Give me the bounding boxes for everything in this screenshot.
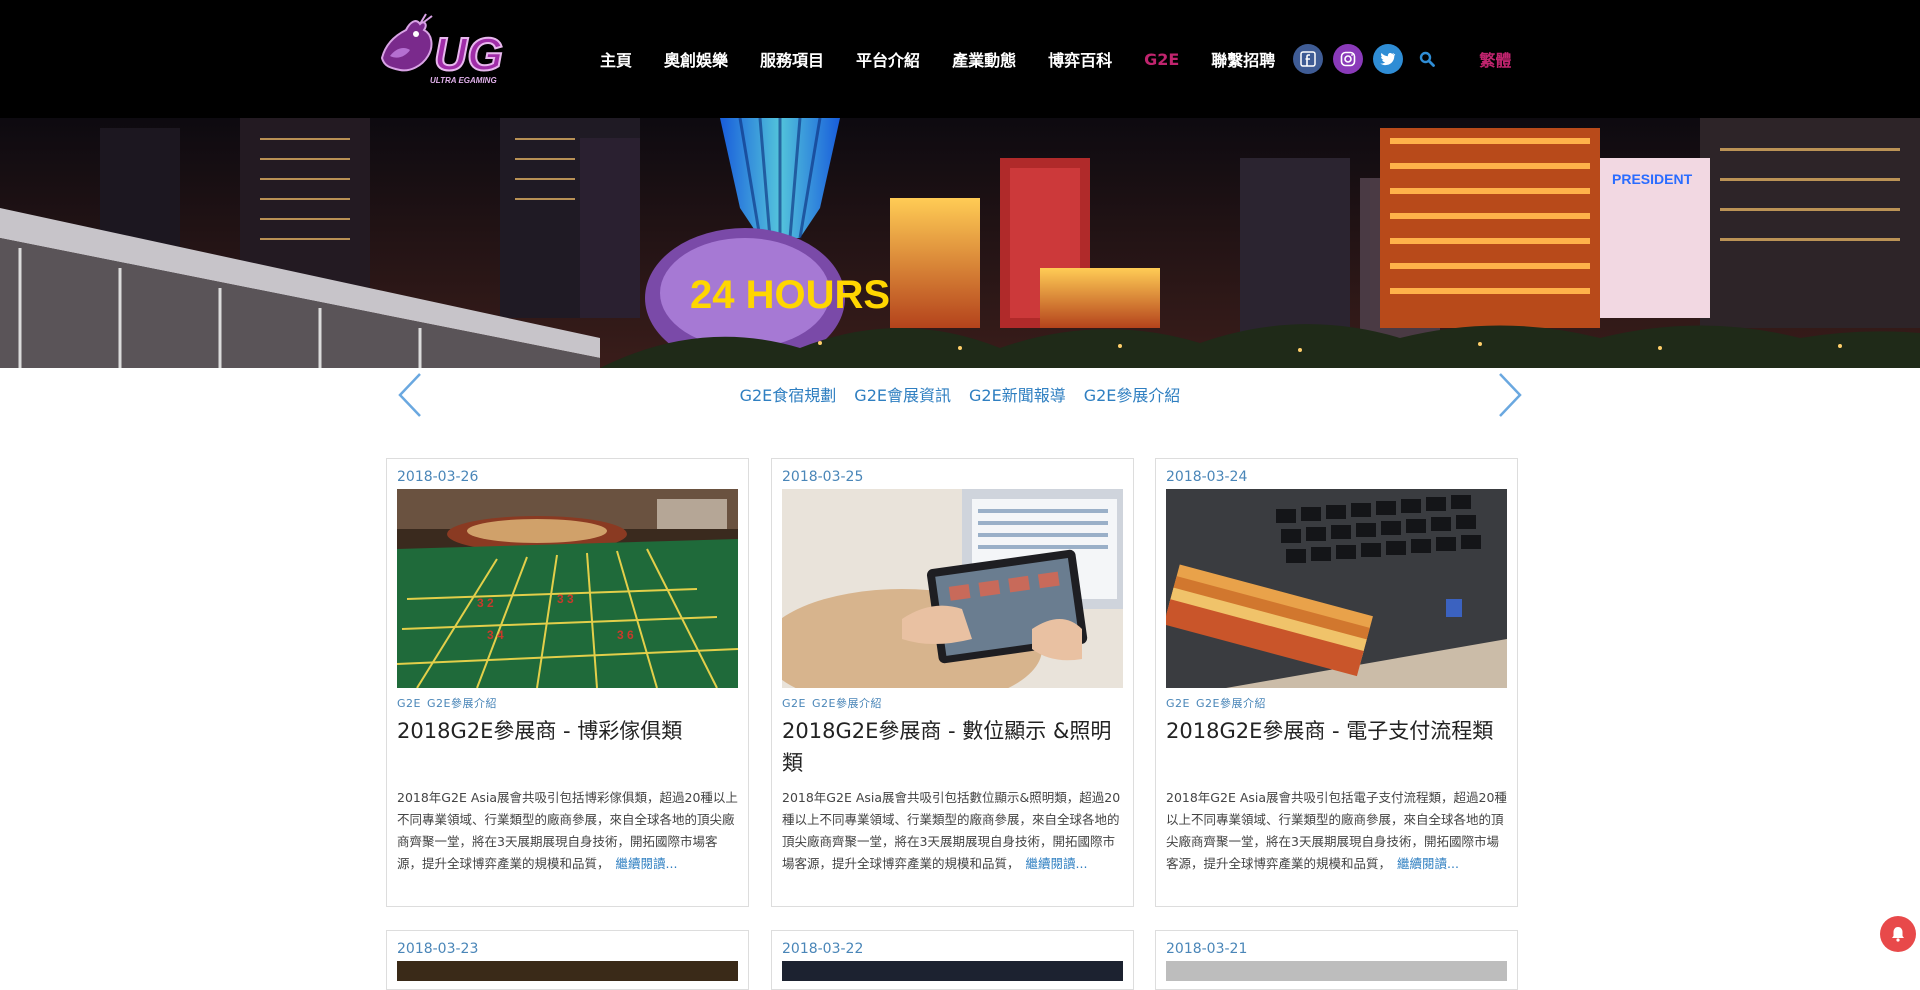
post-date: 2018-03-22: [782, 941, 864, 957]
nav-ultra-entertainment[interactable]: 奧創娛樂: [664, 47, 728, 71]
ug-logo[interactable]: UG ULTRA EGAMING: [376, 12, 536, 92]
nav-industry-news[interactable]: 產業動態: [952, 47, 1016, 71]
next-arrow-icon[interactable]: [1488, 372, 1528, 418]
post-category-g2e[interactable]: G2E: [782, 697, 806, 710]
nav-services[interactable]: 服務項目: [760, 47, 824, 71]
roulette-table-image[interactable]: 3 2 3 3 3 6 3 4: [397, 489, 738, 688]
post-excerpt: 2018年G2E Asia展會共吸引包括數位顯示&照明類，超過20種以上不同專業…: [782, 787, 1127, 875]
hero-sign-24-hours: 24 HOURS: [690, 273, 890, 317]
post-date: 2018-03-26: [397, 469, 479, 485]
post-title[interactable]: 2018G2E參展商 - 博彩傢俱類: [397, 715, 742, 747]
post-date: 2018-03-24: [1166, 469, 1248, 485]
post-image[interactable]: [1166, 961, 1507, 981]
svg-text:3 4: 3 4: [487, 628, 504, 642]
svg-text:3 2: 3 2: [477, 596, 494, 610]
post-title[interactable]: 2018G2E參展商 - 數位顯示 &照明類: [782, 715, 1127, 779]
laptop-cash-image[interactable]: [1166, 489, 1507, 688]
nav-contact-recruit[interactable]: 聯繫招聘: [1211, 47, 1275, 71]
notification-bell-icon[interactable]: [1880, 916, 1916, 952]
post-card: 2018-03-22: [771, 930, 1134, 990]
logo-text: UG: [434, 28, 503, 80]
logo-subtext: ULTRA EGAMING: [430, 76, 497, 85]
hero-sign-president: PRESIDENT: [1612, 171, 1693, 187]
read-more-link[interactable]: 繼續閱讀...: [1397, 856, 1459, 871]
post-categories: G2E G2E參展介紹: [397, 695, 503, 711]
post-card: 2018-03-21: [1155, 930, 1518, 990]
post-image[interactable]: [782, 961, 1123, 981]
macau-night-skyline-image: 24 HOURS PRESIDENT: [0, 118, 1920, 368]
tablet-user-image[interactable]: [782, 489, 1123, 688]
subnav-lodging-link[interactable]: G2E食宿規劃: [740, 382, 837, 406]
main-nav: 主頁 奧創娛樂 服務項目 平台介紹 產業動態 博弈百科 G2E 聯繫招聘 繁體: [600, 0, 1511, 118]
post-card: 2018-03-25 G2E G2E參展介紹 2018G2E參展商 - 數位顯示 …: [771, 458, 1134, 907]
nav-platform[interactable]: 平台介紹: [856, 47, 920, 71]
site-header: UG ULTRA EGAMING 主頁 奧創娛樂 服務項目 平台介紹 產業動態 …: [0, 0, 1920, 118]
read-more-link[interactable]: 繼續閱讀...: [616, 856, 678, 871]
facebook-icon[interactable]: [1293, 44, 1324, 74]
post-categories: G2E G2E參展介紹: [782, 695, 888, 711]
post-image[interactable]: [397, 961, 738, 981]
twitter-icon[interactable]: [1373, 44, 1404, 74]
nav-g2e[interactable]: G2E: [1144, 50, 1179, 69]
post-excerpt: 2018年G2E Asia展會共吸引包括博彩傢俱類，超過20種以上不同專業領域、…: [397, 787, 742, 875]
post-categories: G2E G2E參展介紹: [1166, 695, 1272, 711]
nav-gaming-wiki[interactable]: 博弈百科: [1048, 47, 1112, 71]
subnav-links: G2E食宿規劃 G2E會展資訊 G2E新聞報導 G2E參展介紹: [0, 382, 1920, 406]
post-category-g2e-exhibitors[interactable]: G2E參展介紹: [812, 697, 882, 710]
subnav-news-link[interactable]: G2E新聞報導: [969, 382, 1066, 406]
post-date: 2018-03-23: [397, 941, 479, 957]
post-card: 2018-03-23: [386, 930, 749, 990]
read-more-link[interactable]: 繼續閱讀...: [1026, 856, 1088, 871]
post-excerpt-text: 2018年G2E Asia展會共吸引包括博彩傢俱類，超過20種以上不同專業領域、…: [397, 790, 738, 871]
social-links: 繁體: [1293, 44, 1511, 74]
post-excerpt: 2018年G2E Asia展會共吸引包括電子支付流程類，超過20種以上不同專業領…: [1166, 787, 1511, 875]
subnav-exhibitors-link[interactable]: G2E參展介紹: [1084, 382, 1181, 406]
g2e-subnav: G2E食宿規劃 G2E會展資訊 G2E新聞報導 G2E參展介紹: [0, 368, 1920, 418]
subnav-expo-info-link[interactable]: G2E會展資訊: [854, 382, 951, 406]
svg-text:3 3: 3 3: [557, 592, 574, 606]
post-category-g2e[interactable]: G2E: [1166, 697, 1190, 710]
svg-text:3 6: 3 6: [617, 628, 634, 642]
post-card: 2018-03-26 3 2 3 3 3 6 3 4 G2E G2E參展介紹 2018G…: [386, 458, 749, 907]
post-card: 2018-03-24 G2E G2E參展介紹 2018G2E參展商 - 電子支付流…: [1155, 458, 1518, 907]
post-category-g2e-exhibitors[interactable]: G2E參展介紹: [427, 697, 497, 710]
hero-banner: 24 HOURS PRESIDENT: [0, 118, 1920, 368]
post-category-g2e[interactable]: G2E: [397, 697, 421, 710]
post-date: 2018-03-21: [1166, 941, 1248, 957]
post-category-g2e-exhibitors[interactable]: G2E參展介紹: [1196, 697, 1266, 710]
instagram-icon[interactable]: [1333, 44, 1364, 74]
nav-home[interactable]: 主頁: [600, 47, 632, 71]
post-title[interactable]: 2018G2E參展商 - 電子支付流程類: [1166, 715, 1511, 747]
language-switch[interactable]: 繁體: [1479, 47, 1511, 71]
post-date: 2018-03-25: [782, 469, 864, 485]
search-icon[interactable]: [1415, 47, 1439, 71]
